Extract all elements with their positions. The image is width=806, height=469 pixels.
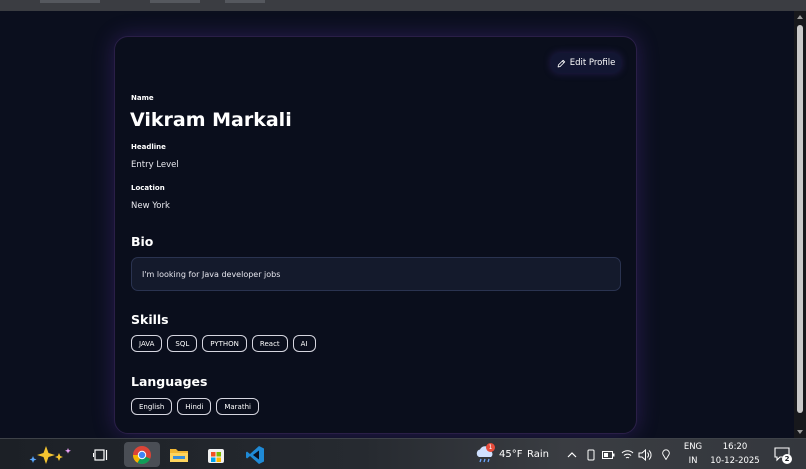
clock-date[interactable]: 10-12-2025 xyxy=(710,456,760,466)
tray-wifi-button[interactable] xyxy=(620,442,634,467)
edit-profile-button[interactable]: Edit Profile xyxy=(551,53,621,73)
speaker-icon xyxy=(638,448,652,461)
languages-title: Languages xyxy=(131,374,208,389)
scrollbar-thumb[interactable] xyxy=(797,25,803,413)
battery-icon xyxy=(601,450,614,459)
skills-list: JAVA SQL PYTHON React AI xyxy=(131,335,316,352)
taskbar-chrome[interactable] xyxy=(124,442,160,467)
tray-battery-button[interactable] xyxy=(601,442,615,467)
tray-location-button[interactable] xyxy=(660,442,672,467)
profile-card: Edit Profile Name Vikram Markali Headlin… xyxy=(114,36,637,434)
bio-text: I'm looking for Java developer jobs xyxy=(142,269,281,279)
skill-chip: JAVA xyxy=(131,335,163,352)
profile-name: Vikram Markali xyxy=(130,109,292,131)
headline-value: Entry Level xyxy=(131,160,179,170)
tab-indicator xyxy=(225,0,265,3)
headline-label: Headline xyxy=(131,143,166,151)
tray-volume-button[interactable] xyxy=(637,442,653,467)
browser-tab-strip xyxy=(0,0,806,11)
chevron-up-icon xyxy=(567,451,577,457)
tab-indicator xyxy=(40,0,100,3)
input-language-top[interactable]: ENG xyxy=(682,442,704,452)
language-chip: Marathi xyxy=(216,398,259,415)
tray-overflow-button[interactable] xyxy=(565,442,579,467)
skills-title: Skills xyxy=(131,312,169,327)
language-chip: Hindi xyxy=(177,398,212,415)
name-label: Name xyxy=(131,94,154,102)
taskbar-vscode[interactable] xyxy=(241,442,269,467)
wifi-icon xyxy=(621,450,633,459)
scroll-down-icon[interactable] xyxy=(797,430,803,434)
languages-list: English Hindi Marathi xyxy=(131,398,259,415)
taskbar-file-explorer[interactable] xyxy=(166,442,192,467)
copilot-button[interactable] xyxy=(27,442,75,467)
sparkle-icon xyxy=(29,445,71,464)
store-icon xyxy=(208,448,224,463)
task-view-button[interactable] xyxy=(88,442,114,467)
bio-title: Bio xyxy=(131,234,154,249)
tab-indicator xyxy=(150,0,200,3)
notification-count-badge: 2 xyxy=(782,454,792,464)
taskbar-store[interactable] xyxy=(203,442,229,467)
tray-device-button[interactable] xyxy=(584,442,598,467)
weather-badge: 1 xyxy=(486,443,495,452)
page-scrollbar[interactable] xyxy=(794,11,806,438)
skill-chip: SQL xyxy=(167,335,198,352)
page-viewport: Edit Profile Name Vikram Markali Headlin… xyxy=(0,11,794,438)
language-chip: English xyxy=(131,398,173,415)
windows-taskbar: 1 45°F Rain ENG IN 16:20 10-12-2025 2 xyxy=(0,438,806,469)
weather-desc: Rain xyxy=(527,449,549,460)
input-language-bottom[interactable]: IN xyxy=(682,456,704,466)
location-value: New York xyxy=(131,201,170,211)
edit-profile-label: Edit Profile xyxy=(569,58,616,68)
skill-chip: React xyxy=(251,335,288,352)
chrome-icon xyxy=(133,445,151,464)
bio-box: I'm looking for Java developer jobs xyxy=(131,257,621,291)
location-icon xyxy=(662,449,670,460)
vscode-icon xyxy=(246,445,264,464)
scroll-up-icon[interactable] xyxy=(797,15,803,19)
pencil-icon xyxy=(557,59,565,67)
weather-temp: 45°F xyxy=(499,449,523,460)
device-icon xyxy=(587,449,595,460)
skill-chip: AI xyxy=(292,335,316,352)
folder-icon xyxy=(170,448,188,462)
location-label: Location xyxy=(131,184,165,192)
task-view-icon xyxy=(93,448,108,461)
clock-time[interactable]: 16:20 xyxy=(710,442,760,452)
skill-chip: PYTHON xyxy=(202,335,247,352)
